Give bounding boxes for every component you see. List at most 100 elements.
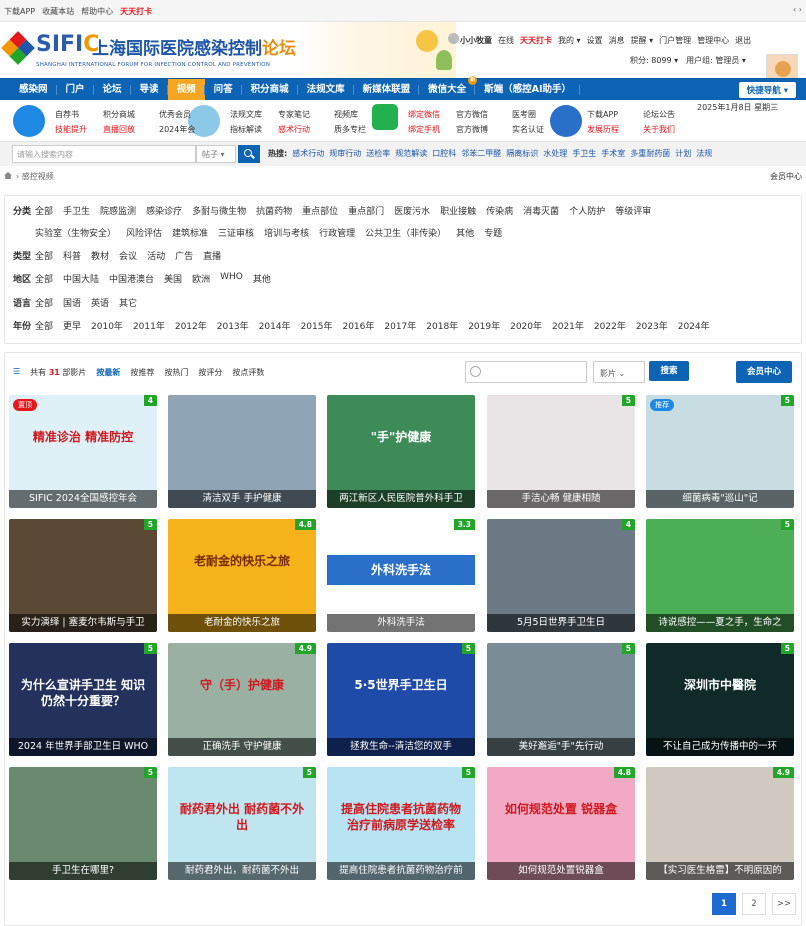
video-title[interactable]: 两江新区人民医院普外科手卫 [327, 490, 475, 508]
video-title[interactable]: 2024 年世界手部卫生日 WHO [9, 738, 157, 756]
filter-option[interactable]: 传染病 [486, 204, 513, 217]
nav-item[interactable]: 论坛 [94, 79, 131, 101]
hot-search-link[interactable]: 手术室 [601, 148, 625, 159]
sub-link[interactable]: 专家笔记 [278, 107, 326, 122]
hot-search-link[interactable]: 感术行动 [292, 148, 324, 159]
video-title[interactable]: 老耐金的快乐之旅 [168, 614, 316, 632]
filter-option[interactable]: 全部 [35, 204, 53, 217]
filter-option[interactable]: 英语 [91, 296, 109, 309]
search-button[interactable] [238, 145, 260, 163]
filter-option[interactable]: 2016年 [342, 319, 374, 332]
filter-option[interactable]: 个人防护 [569, 204, 605, 217]
filter-option[interactable]: 重点部位 [302, 204, 338, 217]
search-input[interactable]: 请输入搜索内容 [12, 145, 196, 163]
filter-option[interactable]: 全部 [35, 319, 53, 332]
sort-recommended[interactable]: 按推荐 [130, 367, 154, 378]
nav-item[interactable]: 问答 [205, 79, 242, 101]
quick-nav-button[interactable]: 快捷导航 ▾ [738, 82, 796, 98]
sub-link[interactable]: 积分商城 [103, 107, 151, 122]
nav-item[interactable]: 感染网 [10, 79, 57, 101]
filter-option[interactable]: 抗菌药物 [256, 204, 292, 217]
filter-option[interactable]: 其他 [456, 226, 474, 239]
sort-hot[interactable]: 按热门 [164, 367, 188, 378]
video-title[interactable]: 拯救生命--清洁您的双手 [327, 738, 475, 756]
video-card[interactable]: 5·5世界手卫生日 5 拯救生命--清洁您的双手 [327, 643, 475, 756]
nav-item[interactable]: 视频 [167, 79, 205, 101]
reminders-menu[interactable]: 提醒 ▾ [631, 35, 654, 46]
filter-option[interactable]: 全部 [35, 272, 53, 285]
hot-search-link[interactable]: 规范解读 [395, 148, 427, 159]
video-title[interactable]: 清洁双手 手护健康 [168, 490, 316, 508]
nav-item[interactable]: 斯端（感控AI助手） [475, 79, 580, 101]
filter-option[interactable]: 等级评审 [615, 204, 651, 217]
filter-option[interactable]: 2011年 [133, 319, 165, 332]
video-title[interactable]: 手卫生在哪里? [9, 862, 157, 880]
filter-option[interactable]: 美国 [164, 272, 182, 285]
filter-option[interactable]: 活动 [147, 249, 165, 262]
filter-option[interactable]: 其它 [119, 296, 137, 309]
sub-link[interactable]: 关于我们 [643, 122, 683, 137]
nav-item[interactable]: 导读 [131, 79, 168, 101]
filter-option[interactable]: 国语 [63, 296, 81, 309]
user-checkin[interactable]: 天天打卡 [520, 35, 552, 46]
sort-comments[interactable]: 按点评数 [232, 367, 264, 378]
hot-search-link[interactable]: 手卫生 [572, 148, 596, 159]
filter-option[interactable]: 重点部门 [348, 204, 384, 217]
nav-item[interactable]: 新媒体联盟 [354, 79, 420, 101]
video-card[interactable]: 5 诗说感控——夏之手，生命之 [646, 519, 794, 632]
video-title[interactable]: 细菌病毒"巡山"记 [646, 490, 794, 508]
video-card[interactable]: 5 推荐 细菌病毒"巡山"记 [646, 395, 794, 508]
sub-link[interactable]: 绑定手机 [408, 122, 448, 137]
filter-option[interactable]: 2017年 [384, 319, 416, 332]
hot-search-link[interactable]: 法规 [696, 148, 712, 159]
logout-link[interactable]: 退出 [735, 35, 751, 46]
sub-link[interactable]: 论坛公告 [643, 107, 683, 122]
sub-link[interactable]: 发展历程 [587, 122, 635, 137]
video-card[interactable]: 4 5月5日世界手卫生日 [487, 519, 635, 632]
filter-option[interactable]: 2023年 [636, 319, 668, 332]
filter-option[interactable]: 2015年 [301, 319, 333, 332]
filter-option[interactable]: 中国大陆 [63, 272, 99, 285]
filter-option[interactable]: 2012年 [175, 319, 207, 332]
sub-link[interactable]: 视频库 [334, 107, 374, 122]
video-title[interactable]: 实力演绎 | 塞麦尔韦斯与手卫 [9, 614, 157, 632]
video-card[interactable]: 5 手卫生在哪里? [9, 767, 157, 880]
video-card[interactable]: 外科洗手法 3.3 外科洗手法 [327, 519, 475, 632]
filter-option[interactable]: 中国港澳台 [109, 272, 154, 285]
filter-option[interactable]: 2022年 [594, 319, 626, 332]
hot-search-link[interactable]: 隔离标识 [506, 148, 538, 159]
filter-option[interactable]: 2020年 [510, 319, 542, 332]
filter-option[interactable]: 行政管理 [319, 226, 355, 239]
points-menu[interactable]: 积分: 8099 ▾ [630, 55, 678, 66]
video-card[interactable]: 深圳市中醫院 5 不让自己成为传播中的一环 [646, 643, 794, 756]
hot-search-link[interactable]: 口腔科 [432, 148, 456, 159]
sub-link[interactable]: 自荐书 [55, 107, 95, 122]
filter-option[interactable]: WHO [220, 272, 243, 285]
checkin-link[interactable]: 天天打卡 [120, 6, 152, 17]
hot-search-link[interactable]: 送检率 [366, 148, 390, 159]
filter-option[interactable]: 会议 [119, 249, 137, 262]
nav-item[interactable]: 微信大全新 [419, 76, 478, 101]
sort-rating[interactable]: 按评分 [198, 367, 222, 378]
search-scope-select[interactable]: 帖子 ▾ [196, 145, 236, 163]
hot-search-link[interactable]: 规审行动 [329, 148, 361, 159]
messages-link[interactable]: 消息 [609, 35, 625, 46]
page-button[interactable]: >> [772, 893, 796, 915]
video-card[interactable]: 为什么宣讲手卫生 知识仍然十分重要？ 5 2024 年世界手部卫生日 WHO [9, 643, 157, 756]
video-vip-button[interactable]: 会员中心 [736, 361, 792, 383]
sub-link[interactable]: 优秀会员 [159, 107, 199, 122]
video-title[interactable]: 耐药君外出，耐药菌不外出 [168, 862, 316, 880]
filter-option[interactable]: 2010年 [91, 319, 123, 332]
filter-option[interactable]: 公共卫生（非传染） [365, 226, 446, 239]
hot-search-link[interactable]: 计划 [675, 148, 691, 159]
sub-link[interactable]: 医考圈 [512, 107, 552, 122]
username[interactable]: 小小牧童 [460, 35, 492, 46]
filter-option[interactable]: 医废污水 [394, 204, 430, 217]
filter-option[interactable]: 2021年 [552, 319, 584, 332]
filter-option[interactable]: 2013年 [217, 319, 249, 332]
breadcrumb-vip-link[interactable]: 会员中心 [770, 171, 802, 182]
video-card[interactable]: 精准诊治 精准防控 4 置顶 SIFIC 2024全国感控年会 [9, 395, 157, 508]
hot-search-link[interactable]: 水处理 [543, 148, 567, 159]
video-card[interactable]: 提高住院患者抗菌药物 治疗前病原学送检率 5 提高住院患者抗菌药物治疗前 [327, 767, 475, 880]
video-title[interactable]: SIFIC 2024全国感控年会 [9, 490, 157, 508]
